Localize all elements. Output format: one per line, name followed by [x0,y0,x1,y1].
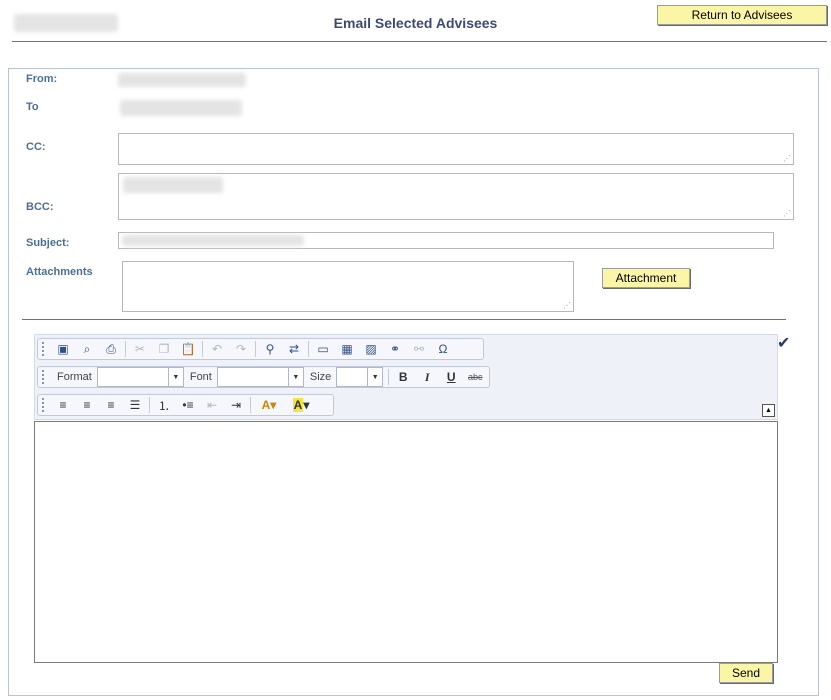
editor-divider [22,319,786,320]
toolbar-separator [308,341,309,357]
indent-icon[interactable]: ⇥ [224,396,248,414]
chevron-down-icon: ▼ [287,368,303,386]
replace-icon[interactable]: ⇄ [282,340,306,358]
toolbar-separator [255,341,256,357]
collapse-toolbar-icon[interactable]: ▲ [762,404,775,417]
special-char-icon[interactable]: Ω [431,340,455,358]
toolbar-separator [388,369,390,385]
subject-value-redacted [122,235,304,246]
bold-icon[interactable]: B [391,368,415,386]
paste-icon[interactable]: 📋 [176,340,200,358]
font-label: Font [189,371,212,383]
bcc-field[interactable]: ⋰ [118,173,794,220]
cc-label: CC: [26,141,46,153]
resize-grip-icon[interactable]: ⋰ [783,155,791,163]
image-icon[interactable]: ▨ [359,340,383,358]
attachments-field[interactable]: ⋰ [122,261,574,312]
resize-grip-icon[interactable]: ⋰ [783,210,791,218]
bulleted-list-icon[interactable]: •≡ [176,396,200,414]
header-divider [12,41,827,42]
send-button[interactable]: Send [719,663,773,683]
redo-icon[interactable]: ↷ [229,340,253,358]
outdent-icon[interactable]: ⇤ [200,396,224,414]
toolbar-separator [149,397,150,413]
attachments-label: Attachments [26,266,93,278]
undo-icon[interactable]: ↶ [205,340,229,358]
toolbar-group-2: Format ▼ Font ▼ Size ▼ B I U abc [37,366,490,388]
align-right-icon[interactable]: ≡ [99,396,123,414]
table-icon[interactable]: ▦ [335,340,359,358]
from-value-redacted [118,73,246,87]
font-select[interactable]: ▼ [216,367,304,387]
italic-icon[interactable]: I [415,368,439,386]
text-color-icon[interactable]: A▾ [253,396,285,414]
chevron-down-icon: ▼ [167,368,183,386]
toolbar-group-3: ≡ ≡ ≡ ☰ ⒈ •≡ ⇤ ⇥ A▾ A ▾ [37,394,334,416]
unlink-icon[interactable]: ⚯ [407,340,431,358]
toolbar-grip[interactable] [42,370,47,384]
align-left-icon[interactable]: ≡ [51,396,75,414]
toolbar-grip[interactable] [42,342,47,356]
subject-label: Subject: [26,237,70,249]
background-color-icon[interactable]: A ▾ [285,396,317,414]
to-label: To [26,101,39,113]
size-label: Size [309,371,332,383]
bcc-value-redacted [123,177,223,193]
toolbar-group-1: ▣ ⌕ ⎙ ✂ ❐ 📋 ↶ ↷ ⚲ ⇄ ▭ ▦ ▨ ⚭ ⚯ Ω [37,338,484,360]
numbered-list-icon[interactable]: ⒈ [152,396,176,414]
cut-icon[interactable]: ✂ [128,340,152,358]
link-icon[interactable]: ⚭ [383,340,407,358]
cc-field[interactable]: ⋰ [118,133,794,165]
align-center-icon[interactable]: ≡ [75,396,99,414]
find-icon[interactable]: ⚲ [258,340,282,358]
horizontal-rule-icon[interactable]: ▭ [311,340,335,358]
preview-icon[interactable]: ⌕ [75,340,99,358]
print-icon[interactable]: ⎙ [99,340,123,358]
subject-field[interactable] [118,232,774,249]
resize-grip-icon[interactable]: ⋰ [563,302,571,310]
toolbar-separator [125,341,126,357]
toolbar-separator [202,341,203,357]
copy-icon[interactable]: ❐ [152,340,176,358]
format-label: Format [57,371,92,383]
toolbar-grip[interactable] [42,398,47,412]
underline-icon[interactable]: U [439,368,463,386]
strikethrough-icon[interactable]: abc [463,368,487,386]
source-icon[interactable]: ▣ [51,340,75,358]
justify-icon[interactable]: ☰ [123,396,147,414]
size-select[interactable]: ▼ [336,367,384,387]
to-value-redacted [120,100,242,116]
return-to-advisees-button[interactable]: Return to Advisees [657,5,827,25]
chevron-down-icon: ▼ [367,368,382,386]
spell-check-icon[interactable]: ✔ [777,333,790,353]
message-editor[interactable] [34,421,778,663]
attachment-button[interactable]: Attachment [602,268,690,288]
bcc-label: BCC: [26,201,54,213]
toolbar-separator [250,397,251,413]
from-label: From: [26,73,58,85]
format-select[interactable]: ▼ [96,367,184,387]
